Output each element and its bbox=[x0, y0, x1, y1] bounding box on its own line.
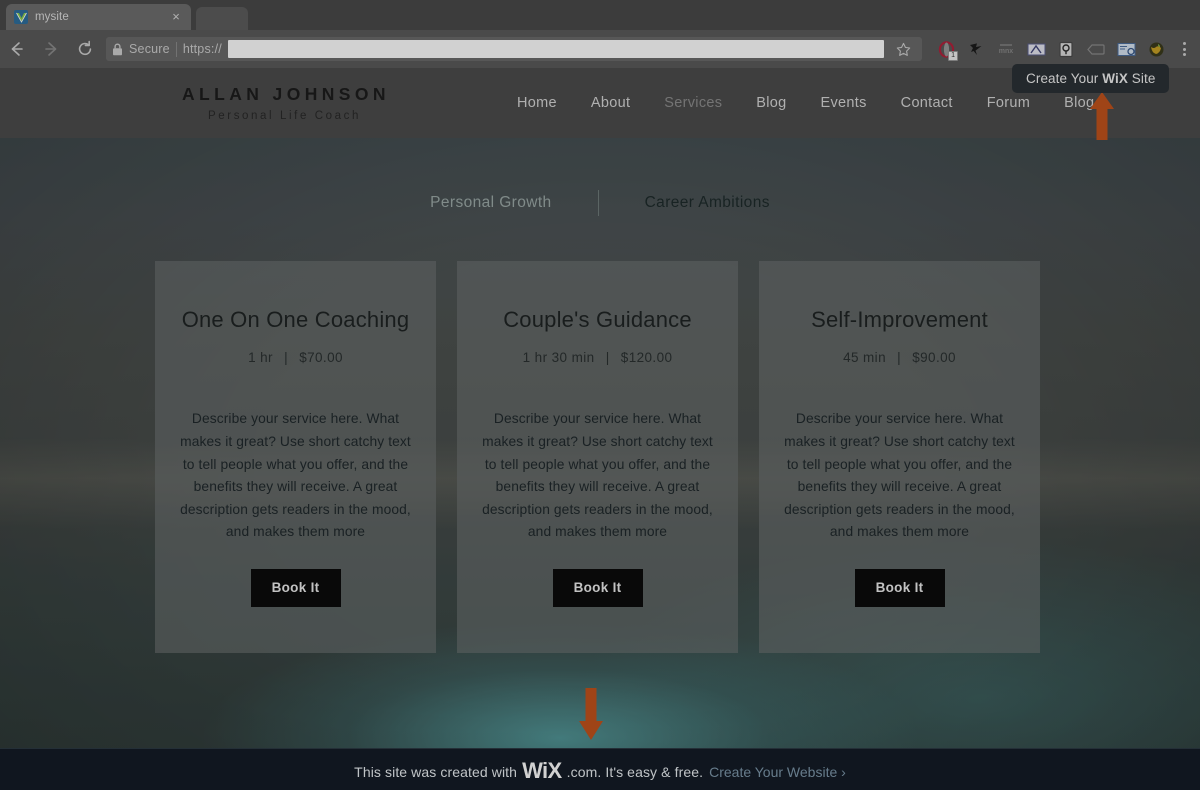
tag-extension-icon[interactable] bbox=[1082, 35, 1110, 63]
url-scheme: https:// bbox=[182, 42, 222, 56]
service-description: Describe your service here. What makes i… bbox=[180, 411, 411, 540]
service-card: One On One Coaching 1 hr | $70.00 Descri… bbox=[155, 261, 436, 653]
category-tab-personal-growth[interactable]: Personal Growth bbox=[384, 194, 597, 212]
service-description: Describe your service here. What makes i… bbox=[784, 411, 1015, 540]
extension-badge: 1 bbox=[948, 51, 958, 61]
service-card: Couple's Guidance 1 hr 30 min | $120.00 … bbox=[457, 261, 738, 653]
browser-toolbar: Secure https:// 1 mnx bbox=[0, 30, 1200, 68]
banner-text-before: This site was created with bbox=[354, 763, 518, 780]
site-logo[interactable]: ALLAN JOHNSON Personal Life Coach bbox=[182, 84, 387, 122]
wix-promo-banner: This site was created with WiX .com. It'… bbox=[0, 748, 1200, 790]
tooltip-prefix: Create Your bbox=[1026, 71, 1103, 86]
tab-strip: mysite × bbox=[0, 0, 1200, 30]
book-it-button[interactable]: Book It bbox=[250, 568, 341, 607]
lock-icon bbox=[112, 43, 123, 56]
logo-tagline: Personal Life Coach bbox=[208, 110, 361, 122]
close-icon[interactable]: × bbox=[169, 10, 183, 24]
mnx-extension-icon[interactable]: mnx bbox=[992, 35, 1020, 63]
service-duration: 1 hr bbox=[248, 350, 273, 366]
browser-chrome: mysite × Secure https:// 1 mnx bbox=[0, 0, 1200, 68]
category-tab-career-ambitions[interactable]: Career Ambitions bbox=[599, 194, 816, 212]
meta-separator: | bbox=[284, 350, 289, 366]
service-title: Couple's Guidance bbox=[503, 307, 692, 332]
logo-name: ALLAN JOHNSON bbox=[182, 84, 390, 104]
svg-text:mnx: mnx bbox=[999, 48, 1014, 55]
meta-separator: | bbox=[605, 350, 610, 366]
orange-down-arrow bbox=[577, 688, 605, 740]
nav-item-contact[interactable]: Contact bbox=[884, 95, 970, 111]
meta-separator: | bbox=[897, 350, 902, 366]
address-bar[interactable]: Secure https:// bbox=[106, 37, 922, 61]
service-title: Self-Improvement bbox=[811, 307, 988, 332]
opera-extension-icon[interactable]: 1 bbox=[932, 35, 960, 63]
service-meta: 1 hr | $70.00 bbox=[248, 350, 343, 365]
nav-item-about[interactable]: About bbox=[574, 95, 647, 111]
service-meta: 45 min | $90.00 bbox=[843, 350, 956, 365]
book-it-button[interactable]: Book It bbox=[854, 568, 945, 607]
new-tab-button[interactable] bbox=[196, 7, 248, 30]
bird-extension-icon[interactable] bbox=[962, 35, 990, 63]
omnibox-divider bbox=[175, 41, 177, 57]
tooltip-brand: WiX bbox=[1102, 71, 1128, 86]
service-duration: 45 min bbox=[843, 350, 886, 366]
wix-favicon bbox=[14, 10, 28, 24]
banner-text-after: .com. It's easy & free. bbox=[566, 763, 704, 780]
service-duration: 1 hr 30 min bbox=[522, 350, 595, 366]
service-price: $70.00 bbox=[299, 350, 343, 366]
forward-arrow-icon bbox=[34, 32, 68, 66]
nav-item-home[interactable]: Home bbox=[500, 95, 574, 111]
create-wix-site-tooltip: Create Your WiX Site bbox=[1012, 64, 1170, 93]
nav-item-blog[interactable]: Blog bbox=[739, 95, 803, 111]
back-arrow-icon[interactable] bbox=[0, 32, 34, 66]
tooltip-suffix: Site bbox=[1127, 71, 1156, 86]
service-title: One On One Coaching bbox=[181, 307, 410, 332]
star-icon[interactable] bbox=[890, 42, 916, 57]
service-price: $90.00 bbox=[912, 350, 956, 366]
nav-item-forum[interactable]: Forum bbox=[970, 95, 1047, 111]
browser-tab[interactable]: mysite × bbox=[6, 4, 191, 30]
web-page: ALLAN JOHNSON Personal Life Coach Home A… bbox=[0, 68, 1200, 790]
nav-item-services[interactable]: Services bbox=[647, 95, 739, 111]
book-it-button[interactable]: Book It bbox=[552, 568, 643, 607]
ruler-extension-icon[interactable] bbox=[1022, 35, 1050, 63]
secure-label: Secure bbox=[129, 42, 170, 56]
service-category-tabs: Personal Growth Career Ambitions bbox=[0, 190, 1200, 216]
screenshot-extension-icon[interactable] bbox=[1112, 35, 1140, 63]
service-price: $120.00 bbox=[620, 350, 673, 366]
orange-up-arrow bbox=[1088, 92, 1116, 140]
tab-title: mysite bbox=[35, 11, 69, 23]
wix-wordmark: WiX bbox=[522, 757, 562, 783]
reload-icon[interactable] bbox=[68, 32, 102, 66]
three-dot-menu-icon[interactable] bbox=[1172, 42, 1196, 56]
globe-extension-icon[interactable] bbox=[1142, 35, 1170, 63]
tooltip-label: Create Your WiX Site bbox=[1026, 71, 1155, 86]
service-description: Describe your service here. What makes i… bbox=[482, 411, 713, 540]
service-card-list: One On One Coaching 1 hr | $70.00 Descri… bbox=[155, 261, 1040, 653]
nav-item-events[interactable]: Events bbox=[804, 95, 884, 111]
create-your-website-link[interactable]: Create Your Website › bbox=[709, 764, 846, 780]
service-meta: 1 hr 30 min | $120.00 bbox=[523, 350, 673, 365]
extension-toolbar: 1 mnx bbox=[932, 35, 1200, 63]
service-card: Self-Improvement 45 min | $90.00 Describ… bbox=[759, 261, 1040, 653]
url-redaction-box[interactable] bbox=[227, 40, 884, 58]
pin-extension-icon[interactable] bbox=[1052, 35, 1080, 63]
